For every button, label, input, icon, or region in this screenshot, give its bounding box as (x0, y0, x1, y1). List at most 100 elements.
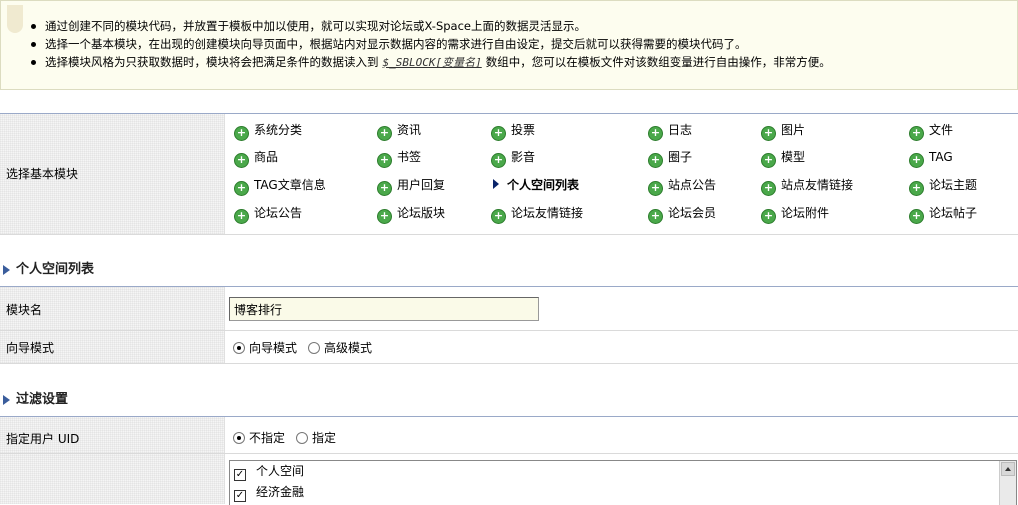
module-label: 书签 (397, 150, 422, 164)
add-circle-icon: + (909, 209, 924, 224)
category-checkbox-item[interactable]: ✓ 经济金融 (234, 485, 304, 502)
add-circle-icon: + (648, 181, 663, 196)
add-circle-icon: + (377, 209, 392, 224)
add-circle-icon: + (377, 153, 392, 168)
section-title: 个人空间列表 (16, 262, 95, 277)
module-label: 影音 (511, 150, 536, 164)
label-cell (0, 454, 225, 504)
module-label: 论坛帖子 (929, 206, 978, 220)
add-circle-icon: + (648, 126, 663, 141)
tips-box: 通过创建不同的模块代码，并放置于模板中加以使用，就可以实现对论坛或X-Space… (0, 0, 1018, 90)
module-label: 商品 (254, 150, 279, 164)
module-label: TAG文章信息 (254, 178, 326, 192)
uid-row: 指定用户 UID 不指定 指定 (0, 417, 1018, 454)
module-select-label: 选择基本模块 (6, 167, 79, 181)
uid-unspecified-radio[interactable]: 不指定 (233, 431, 285, 445)
module-link[interactable]: +个人空间列表 (491, 177, 579, 193)
module-link[interactable]: + 论坛主题 (909, 177, 978, 196)
module-label: 站点友情链接 (781, 178, 854, 192)
module-label: 站点公告 (668, 178, 717, 192)
module-label: TAG (929, 150, 953, 164)
module-link[interactable]: + 日志 (648, 122, 693, 141)
module-link[interactable]: + TAG (909, 149, 953, 168)
module-link[interactable]: + 站点公告 (648, 177, 717, 196)
module-label: 论坛友情链接 (511, 206, 584, 220)
module-link[interactable]: + 书签 (377, 149, 422, 168)
listbox-scrollbar[interactable] (999, 461, 1016, 505)
category-checkbox-item[interactable]: ✓ 个人空间 (234, 464, 304, 481)
tip-item: 选择模块风格为只获取数据时，模块将会把满足条件的数据读入到 $_SBLOCK[变量… (31, 55, 831, 69)
label-cell: 向导模式 (0, 331, 225, 363)
radio-unselected-icon (308, 342, 320, 354)
module-link[interactable]: + 论坛帖子 (909, 205, 978, 224)
add-circle-icon: + (909, 181, 924, 196)
add-circle-icon: + (761, 181, 776, 196)
module-link[interactable]: + 图片 (761, 122, 806, 141)
module-label: 论坛会员 (668, 206, 717, 220)
wizard-mode-radio[interactable]: 向导模式 (233, 341, 297, 355)
add-circle-icon: + (909, 126, 924, 141)
module-label: 图片 (781, 123, 806, 137)
module-label: 论坛主题 (929, 178, 978, 192)
module-label: 资讯 (397, 123, 422, 137)
module-label: 用户回复 (397, 178, 446, 192)
add-circle-icon: + (761, 126, 776, 141)
module-label: 圈子 (668, 150, 693, 164)
module-link[interactable]: + 论坛公告 (234, 205, 302, 224)
add-circle-icon: + (491, 153, 506, 168)
add-circle-icon: + (491, 126, 506, 141)
triangle-icon (3, 265, 10, 275)
radio-unselected-icon (296, 432, 308, 444)
label-cell: 指定用户 UID (0, 417, 225, 453)
checkbox-checked-icon[interactable]: ✓ (234, 490, 246, 502)
add-circle-icon: + (377, 126, 392, 141)
triangle-icon (3, 395, 10, 405)
add-circle-icon: + (761, 153, 776, 168)
module-link[interactable]: + 论坛版块 (377, 205, 446, 224)
tip-variable: $_SBLOCK[变量名] (382, 56, 482, 69)
module-link[interactable]: + 系统分类 (234, 122, 302, 141)
tips-list: 通过创建不同的模块代码，并放置于模板中加以使用，就可以实现对论坛或X-Space… (31, 17, 831, 71)
wizard-mode-row: 向导模式 向导模式 高级模式 (0, 331, 1018, 364)
add-circle-icon: + (648, 153, 663, 168)
module-select-row: 选择基本模块 + 系统分类 + 资讯 + 投票 + 日志 + 图片 + 文件 + 商品 + 书签 + 影音 + 圈子 +… (0, 113, 1018, 235)
scroll-up-arrow-icon[interactable] (1001, 462, 1015, 476)
wizard-mode-label: 向导模式 (6, 341, 55, 355)
module-link[interactable]: + 论坛会员 (648, 205, 717, 224)
module-name-input[interactable] (229, 297, 539, 321)
add-circle-icon: + (761, 209, 776, 224)
tip-decoration (7, 5, 23, 33)
module-link[interactable]: + 站点友情链接 (761, 177, 854, 196)
module-link[interactable]: + 论坛友情链接 (491, 205, 584, 224)
module-label: 论坛附件 (781, 206, 830, 220)
module-link[interactable]: + 商品 (234, 149, 279, 168)
add-circle-icon: + (377, 181, 392, 196)
label-cell: 模块名 (0, 287, 225, 330)
section-header: 个人空间列表 (0, 259, 1018, 281)
category-listbox[interactable]: ✓ 个人空间 ✓ 经济金融 (229, 460, 1017, 505)
module-link[interactable]: + 资讯 (377, 122, 422, 141)
radio-selected-icon (233, 342, 245, 354)
add-circle-icon: + (234, 126, 249, 141)
checkbox-checked-icon[interactable]: ✓ (234, 469, 246, 481)
advanced-mode-radio[interactable]: 高级模式 (308, 341, 372, 355)
section-title: 过滤设置 (16, 392, 69, 407)
module-link[interactable]: + 投票 (491, 122, 535, 141)
module-link[interactable]: + 文件 (909, 122, 954, 141)
module-label: 论坛版块 (397, 206, 446, 220)
module-link[interactable]: + 论坛附件 (761, 205, 830, 224)
module-link[interactable]: + 模型 (761, 149, 806, 168)
uid-label: 指定用户 UID (6, 432, 80, 446)
module-label: 模型 (781, 150, 806, 164)
module-label: 文件 (929, 123, 954, 137)
tip-item: 选择一个基本模块，在出现的创建模块向导页面中，根据站内对显示数据内容的需求进行自… (31, 35, 831, 53)
module-label: 日志 (668, 123, 693, 137)
section-header: 过滤设置 (0, 389, 1018, 411)
add-circle-icon: + (648, 209, 663, 224)
uid-specified-radio[interactable]: 指定 (296, 431, 336, 445)
module-label: 个人空间列表 (507, 178, 580, 192)
module-link[interactable]: + 圈子 (648, 149, 693, 168)
module-link[interactable]: + 用户回复 (377, 177, 446, 196)
module-link[interactable]: + TAG文章信息 (234, 177, 326, 196)
module-link[interactable]: + 影音 (491, 149, 536, 168)
